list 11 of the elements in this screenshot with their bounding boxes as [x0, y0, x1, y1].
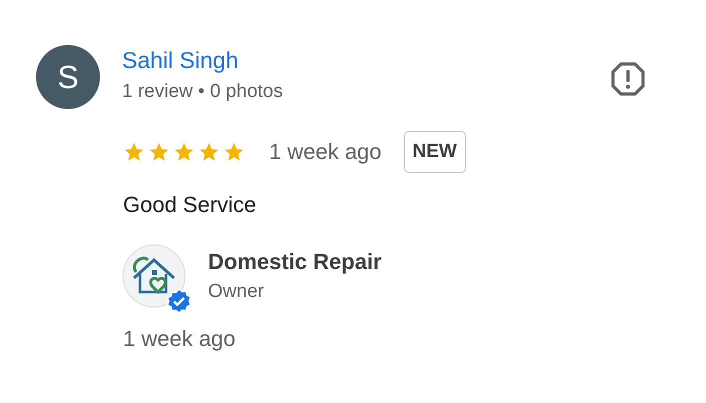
avatar[interactable]: S — [36, 45, 100, 109]
review-time: 1 week ago — [269, 139, 382, 165]
business-logo — [122, 244, 186, 308]
new-badge: NEW — [404, 131, 466, 173]
report-icon[interactable] — [610, 61, 646, 97]
owner-role: Owner — [208, 281, 265, 303]
author-stats: 1 review • 0 photos — [122, 81, 283, 103]
review-text: Good Service — [123, 192, 258, 218]
owner-name: Domestic Repair — [208, 249, 382, 275]
author-name-link[interactable]: Sahil Singh — [122, 47, 283, 74]
response-time: 1 week ago — [123, 326, 237, 352]
